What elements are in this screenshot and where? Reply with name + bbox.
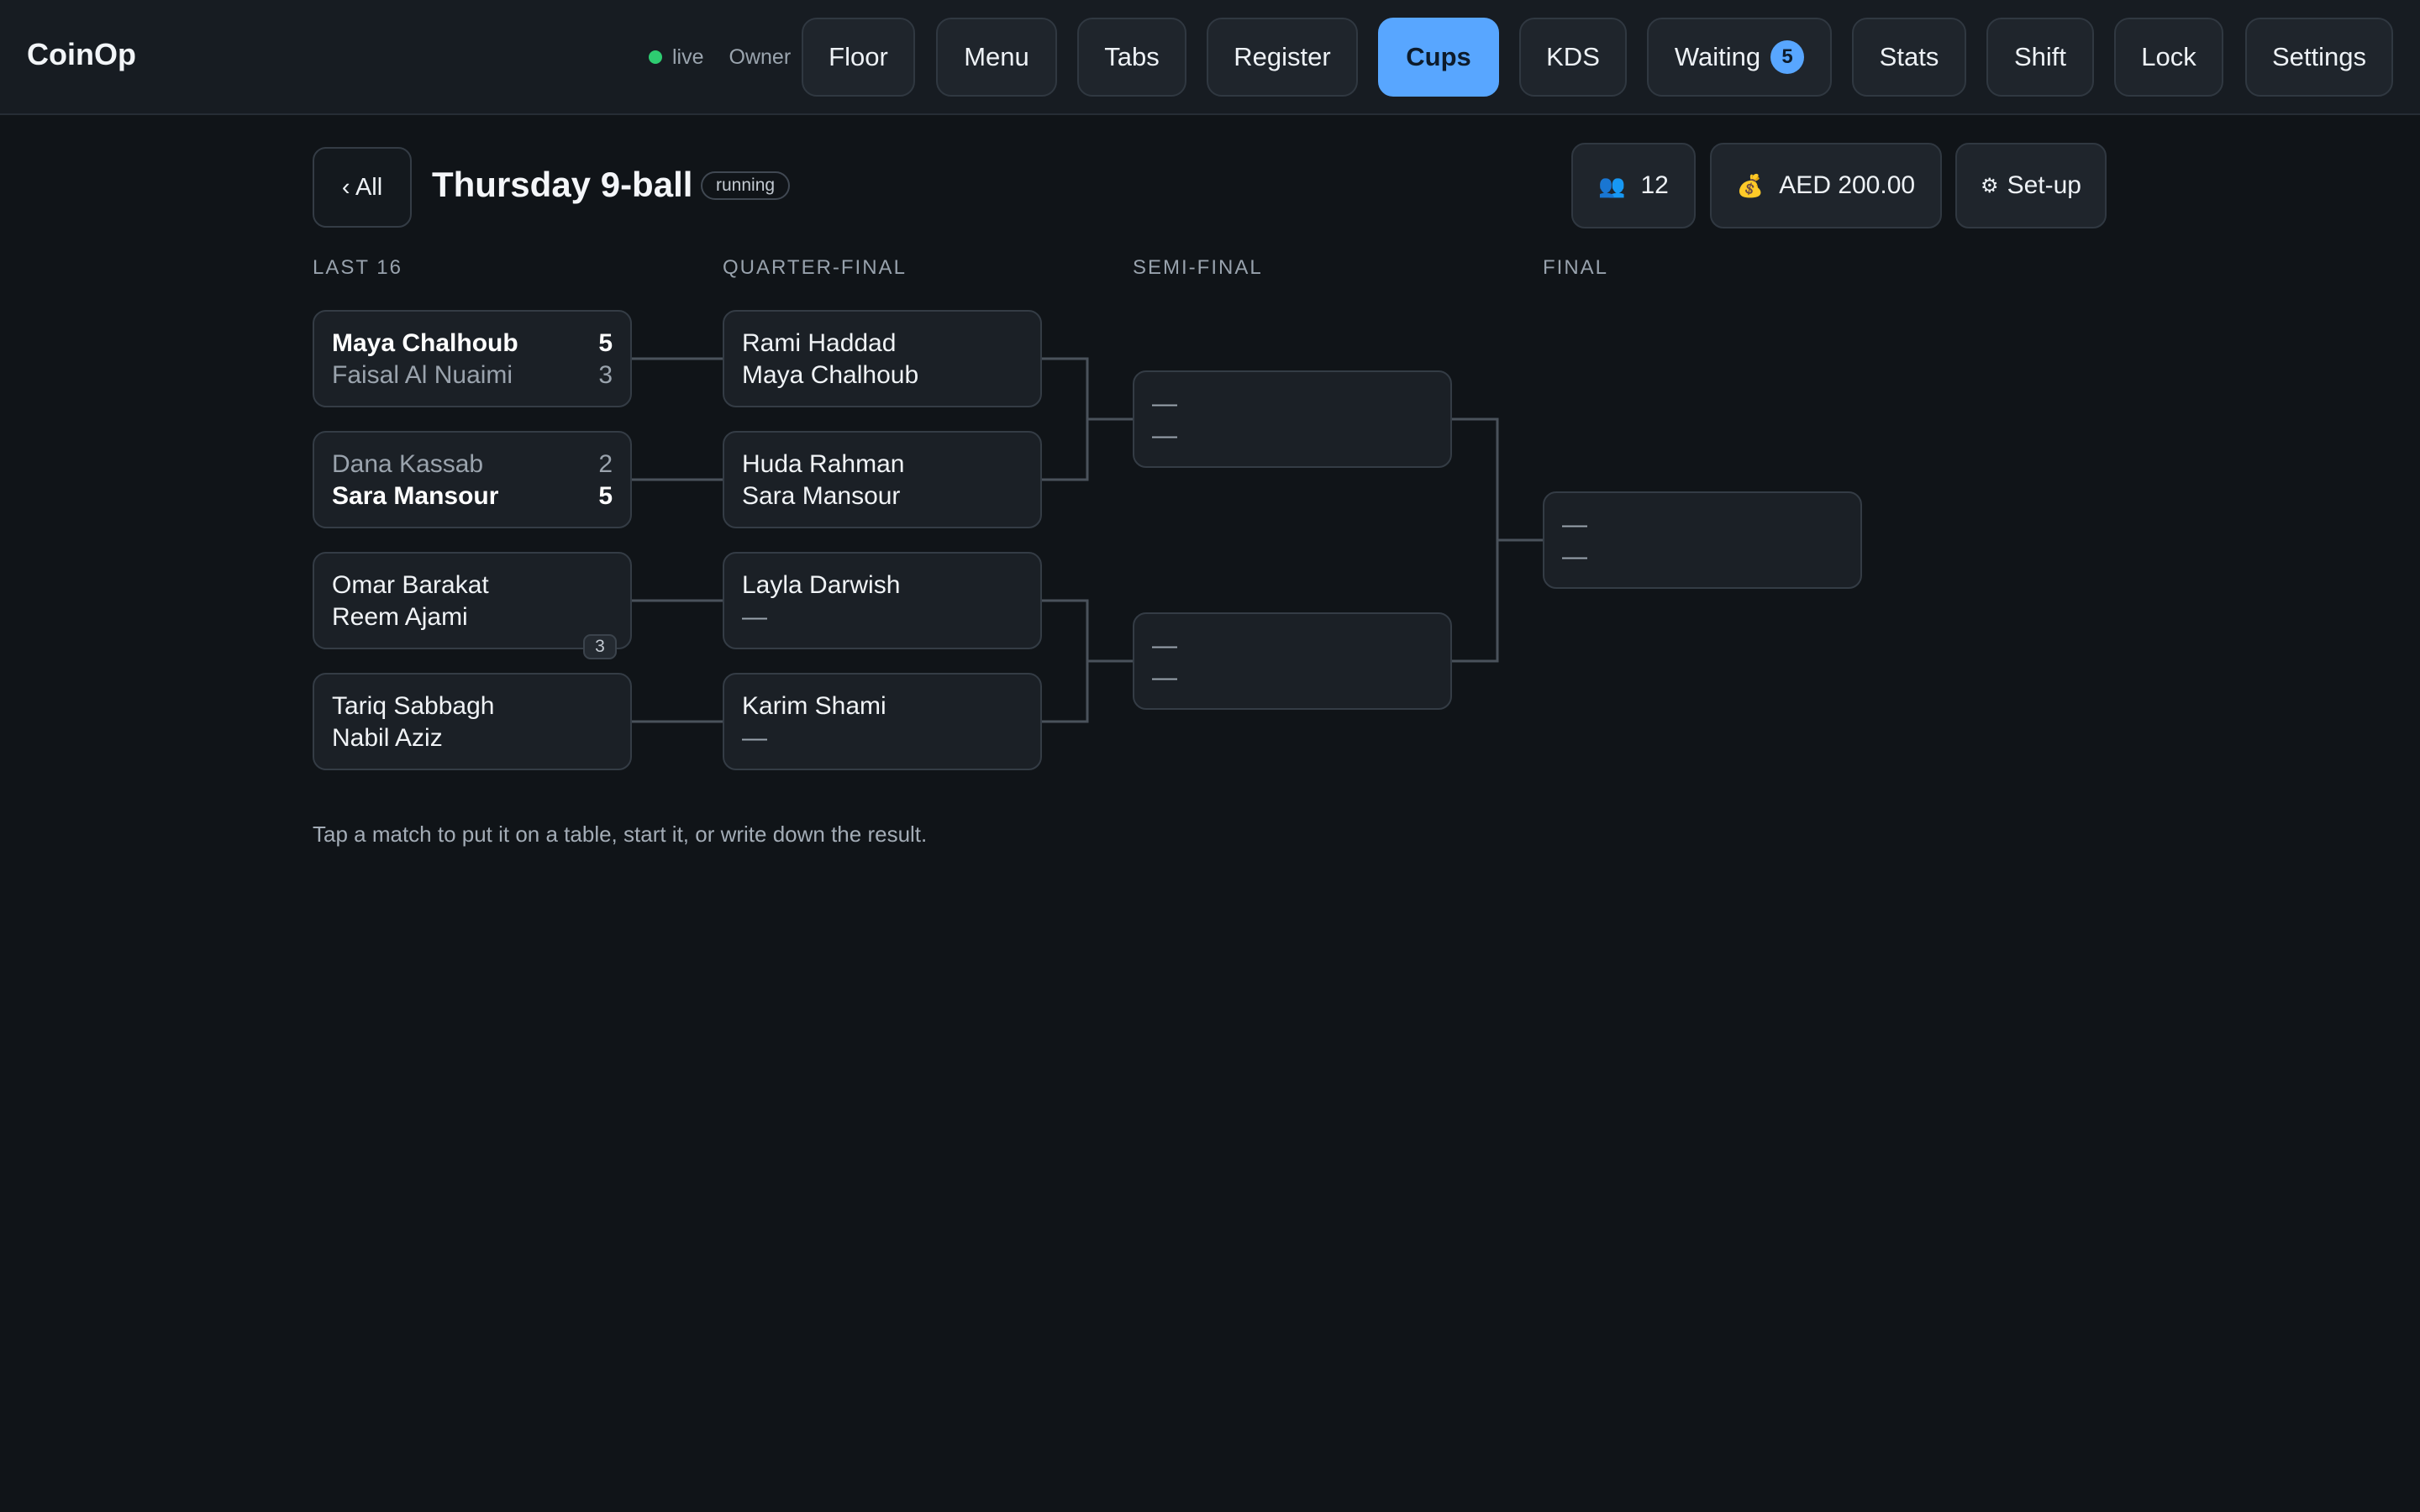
match-card-final[interactable]: — — — [1543, 491, 1862, 589]
connector-line — [1042, 599, 1133, 723]
player-name: Omar Barakat — [332, 571, 489, 599]
player-score: 2 — [598, 450, 613, 478]
connector-line — [1042, 357, 1133, 481]
player-name: — — [1152, 632, 1177, 659]
player-row: Nabil Aziz — [332, 722, 613, 754]
table-number-badge: 3 — [583, 634, 617, 659]
match-card-r16-4[interactable]: Tariq Sabbagh Nabil Aziz — [313, 673, 632, 770]
player-name: — — [742, 603, 767, 631]
player-row: — — [742, 601, 1023, 633]
player-row: — — [1152, 662, 1433, 694]
player-name: — — [1152, 422, 1177, 449]
player-name: Nabil Aziz — [332, 724, 443, 752]
player-name: Layla Darwish — [742, 571, 901, 599]
player-row: Omar Barakat — [332, 570, 613, 601]
player-row: — — [1152, 420, 1433, 452]
player-row: Karim Shami — [742, 690, 1023, 722]
match-card-qf-2[interactable]: Huda Rahman Sara Mansour — [723, 431, 1042, 528]
player-name: Rami Haddad — [742, 329, 897, 357]
player-row: Faisal Al Nuaimi 3 — [332, 360, 613, 391]
match-card-qf-4[interactable]: Karim Shami — — [723, 673, 1042, 770]
match-card-r16-1[interactable]: Maya Chalhoub 5 Faisal Al Nuaimi 3 — [313, 310, 632, 407]
player-row: Rami Haddad — [742, 328, 1023, 360]
player-name: Sara Mansour — [742, 482, 901, 510]
player-name: Karim Shami — [742, 692, 886, 720]
player-name: Dana Kassab — [332, 450, 484, 478]
player-name: Sara Mansour — [332, 482, 499, 510]
player-row: Tariq Sabbagh — [332, 690, 613, 722]
player-row: Sara Mansour — [742, 480, 1023, 512]
player-name: Faisal Al Nuaimi — [332, 361, 513, 389]
player-row: Dana Kassab 2 — [332, 449, 613, 480]
player-row: — — [742, 722, 1023, 754]
player-row: — — [1562, 509, 1843, 541]
player-name: — — [1562, 511, 1587, 538]
player-row: Reem Ajami — [332, 601, 613, 633]
match-card-r16-2[interactable]: Dana Kassab 2 Sara Mansour 5 — [313, 431, 632, 528]
match-card-r16-3[interactable]: Omar Barakat Reem Ajami 3 — [313, 552, 632, 659]
match-card-qf-3[interactable]: Layla Darwish — — [723, 552, 1042, 649]
player-row: — — [1152, 630, 1433, 662]
player-name: Tariq Sabbagh — [332, 692, 495, 720]
player-name: — — [1152, 664, 1177, 691]
player-row: Sara Mansour 5 — [332, 480, 613, 512]
player-name: — — [1562, 543, 1587, 570]
player-name: Huda Rahman — [742, 450, 905, 478]
player-row: — — [1152, 388, 1433, 420]
player-name: Maya Chalhoub — [742, 361, 919, 389]
match-card-qf-1[interactable]: Rami Haddad Maya Chalhoub — [723, 310, 1042, 407]
player-score: 3 — [598, 361, 613, 389]
help-text: Tap a match to put it on a table, start … — [313, 822, 928, 847]
player-score: 5 — [598, 329, 613, 357]
player-row: Maya Chalhoub — [742, 360, 1023, 391]
player-row: Maya Chalhoub 5 — [332, 328, 613, 360]
match-card-sf-1[interactable]: — — — [1133, 370, 1452, 468]
player-row: Huda Rahman — [742, 449, 1023, 480]
player-name: — — [742, 724, 767, 752]
player-name: Maya Chalhoub — [332, 329, 518, 357]
player-score: 5 — [598, 482, 613, 510]
player-name: — — [1152, 390, 1177, 417]
match-card-sf-2[interactable]: — — — [1133, 612, 1452, 710]
player-row: Layla Darwish — [742, 570, 1023, 601]
connector-line — [1452, 417, 1543, 663]
player-row: — — [1562, 541, 1843, 573]
player-name: Reem Ajami — [332, 603, 468, 631]
